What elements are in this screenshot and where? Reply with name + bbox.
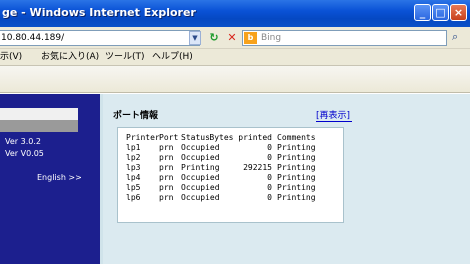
maximize-button[interactable]: □ bbox=[432, 4, 449, 21]
content-divider bbox=[100, 94, 103, 264]
cell-port: prn bbox=[159, 183, 174, 192]
cell-printer: lp4 bbox=[126, 173, 141, 182]
header-status: Status bbox=[181, 133, 210, 142]
close-button[interactable]: × bbox=[450, 4, 467, 21]
search-input[interactable]: b Bing bbox=[242, 30, 447, 46]
refresh-link[interactable]: [再表示] bbox=[316, 108, 350, 121]
cell-status: Occupied bbox=[181, 173, 220, 182]
cell-printer: lp6 bbox=[126, 193, 141, 202]
refresh-icon[interactable]: ↻ bbox=[205, 30, 223, 46]
cell-printer: lp5 bbox=[126, 183, 141, 192]
language-link[interactable]: English >> bbox=[37, 173, 82, 182]
cell-status: Printing bbox=[181, 163, 220, 172]
table-header-row: Printer Port Status Bytes printed Commen… bbox=[126, 133, 343, 143]
url-input[interactable]: 10.80.44.189/ bbox=[0, 30, 200, 46]
table-row: lp3 prn Printing 292215 Printing bbox=[126, 163, 343, 173]
table-row: lp1 prn Occupied 0 Printing bbox=[126, 143, 343, 153]
cell-bytes-printed: 0 bbox=[267, 153, 272, 162]
nav-banner-bottom bbox=[0, 120, 78, 132]
port-status-table: Printer Port Status Bytes printed Commen… bbox=[117, 127, 344, 223]
page-content: Ver 3.0.2 Ver V0.05 English >> ポート情報 [再表… bbox=[0, 94, 470, 264]
favorites-bar bbox=[0, 66, 470, 93]
cell-printer: lp2 bbox=[126, 153, 141, 162]
cell-comments: Printing bbox=[277, 193, 316, 202]
cell-port: prn bbox=[159, 143, 174, 152]
search-icon[interactable]: ⌕ bbox=[452, 30, 458, 44]
table-row: lp5 prn Occupied 0 Printing bbox=[126, 183, 343, 193]
table-row: lp2 prn Occupied 0 Printing bbox=[126, 153, 343, 163]
search-placeholder: Bing bbox=[261, 33, 282, 43]
section-title: ポート情報 bbox=[113, 111, 159, 121]
table-row: lp6 prn Occupied 0 Printing bbox=[126, 193, 343, 203]
stop-icon[interactable]: ✕ bbox=[223, 30, 241, 46]
left-navigation: Ver 3.0.2 Ver V0.05 English >> bbox=[0, 94, 100, 264]
window-titlebar[interactable]: ge - Windows Internet Explorer _ □ × bbox=[0, 0, 470, 27]
menu-favorites[interactable]: お気に入り(A) bbox=[41, 49, 99, 65]
nav-banner-top bbox=[0, 108, 78, 120]
table-row: lp4 prn Occupied 0 Printing bbox=[126, 173, 343, 183]
cell-comments: Printing bbox=[277, 163, 316, 172]
version-firmware: Ver 3.0.2 bbox=[5, 137, 41, 146]
cell-status: Occupied bbox=[181, 193, 220, 202]
cell-port: prn bbox=[159, 193, 174, 202]
cell-bytes-printed: 292215 bbox=[243, 163, 272, 172]
cell-status: Occupied bbox=[181, 143, 220, 152]
cell-bytes-printed: 0 bbox=[267, 143, 272, 152]
cell-status: Occupied bbox=[181, 183, 220, 192]
cell-printer: lp3 bbox=[126, 163, 141, 172]
header-port: Port bbox=[159, 133, 179, 142]
minimize-button[interactable]: _ bbox=[414, 4, 431, 21]
cell-comments: Printing bbox=[277, 183, 316, 192]
version-boot: Ver V0.05 bbox=[5, 149, 44, 158]
cell-comments: Printing bbox=[277, 153, 316, 162]
cell-bytes-printed: 0 bbox=[267, 183, 272, 192]
cell-comments: Printing bbox=[277, 143, 316, 152]
cell-port: prn bbox=[159, 153, 174, 162]
header-printer: Printer bbox=[126, 133, 160, 142]
url-dropdown-icon[interactable]: ▼ bbox=[189, 31, 201, 45]
menu-view[interactable]: 示(V) bbox=[0, 49, 22, 65]
menu-tools[interactable]: ツール(T) bbox=[105, 49, 145, 65]
address-bar: 10.80.44.189/ ▼ ↻ ✕ b Bing ⌕ bbox=[0, 27, 470, 49]
cell-port: prn bbox=[159, 173, 174, 182]
cell-bytes-printed: 0 bbox=[267, 193, 272, 202]
cell-status: Occupied bbox=[181, 153, 220, 162]
window-title: ge - Windows Internet Explorer bbox=[2, 6, 196, 19]
refresh-link-underline bbox=[316, 121, 352, 122]
cell-comments: Printing bbox=[277, 173, 316, 182]
cell-printer: lp1 bbox=[126, 143, 141, 152]
bing-logo-icon: b bbox=[244, 32, 257, 44]
cell-port: prn bbox=[159, 163, 174, 172]
cell-bytes-printed: 0 bbox=[267, 173, 272, 182]
header-bytes-printed: Bytes printed bbox=[209, 133, 272, 142]
menu-help[interactable]: ヘルプ(H) bbox=[152, 49, 193, 65]
header-comments: Comments bbox=[277, 133, 316, 142]
menu-bar: 示(V) お気に入り(A) ツール(T) ヘルプ(H) bbox=[0, 49, 470, 66]
